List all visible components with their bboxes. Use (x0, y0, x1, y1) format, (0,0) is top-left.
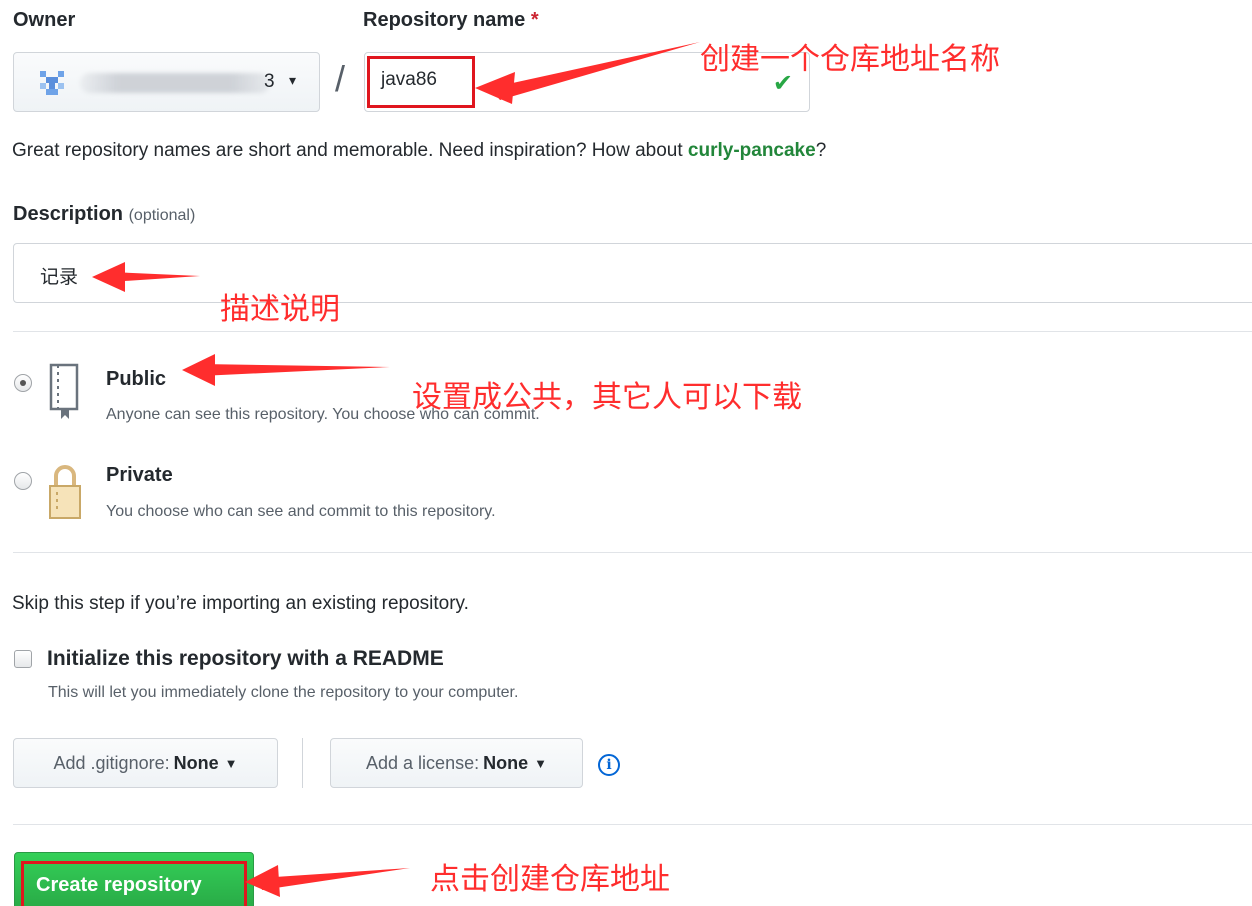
arrow-public (200, 364, 390, 376)
arrow-repo-name (490, 42, 700, 100)
annotation-description: 描述说明 (220, 292, 340, 327)
arrow-description-head (92, 262, 125, 292)
annotation-arrows (92, 42, 700, 897)
annotation-repo-name: 创建一个仓库地址名称 (700, 42, 1000, 77)
arrow-create-head (245, 865, 280, 897)
arrow-public-head (182, 354, 215, 386)
arrow-repo-name-head (475, 72, 515, 104)
annotation-public: 设置成公共，其它人可以下载 (412, 380, 802, 415)
arrow-create (260, 868, 410, 890)
annotation-create: 点击创建仓库地址 (430, 862, 670, 897)
